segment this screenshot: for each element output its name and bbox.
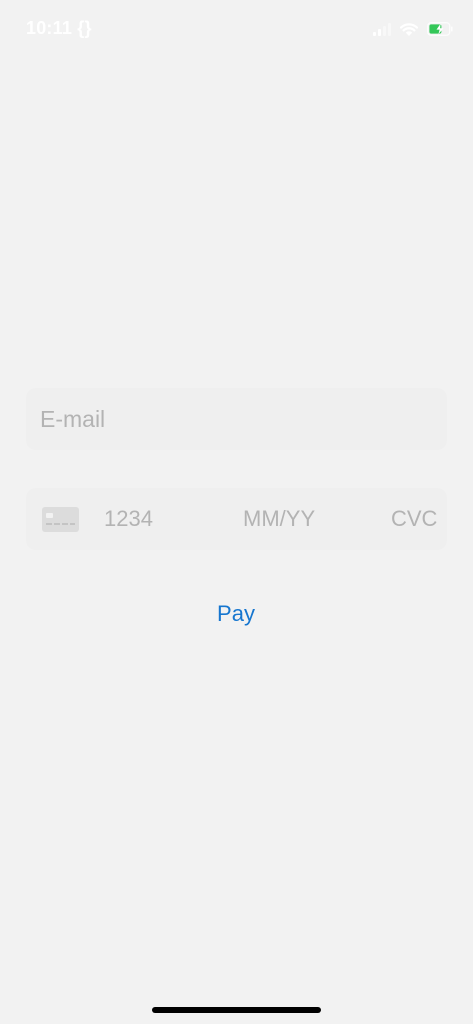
card-cvc-field[interactable]: CVC [391, 506, 437, 532]
wifi-icon [399, 23, 419, 36]
email-input[interactable] [38, 404, 435, 434]
status-time: 10:11 {} [26, 18, 92, 38]
card-expiry-field[interactable]: MM/YY [243, 506, 315, 532]
card-field[interactable]: 1234 MM/YY CVC [26, 488, 447, 550]
cellular-signal-icon [373, 22, 391, 36]
home-indicator [152, 1007, 321, 1013]
status-icons [373, 18, 453, 40]
pay-button[interactable]: Pay [186, 596, 286, 632]
credit-card-icon [42, 507, 79, 532]
status-bar: 10:11 {} [0, 0, 473, 56]
battery-charging-icon [427, 22, 453, 36]
email-field[interactable] [26, 388, 447, 450]
card-number-field[interactable]: 1234 [104, 506, 153, 532]
